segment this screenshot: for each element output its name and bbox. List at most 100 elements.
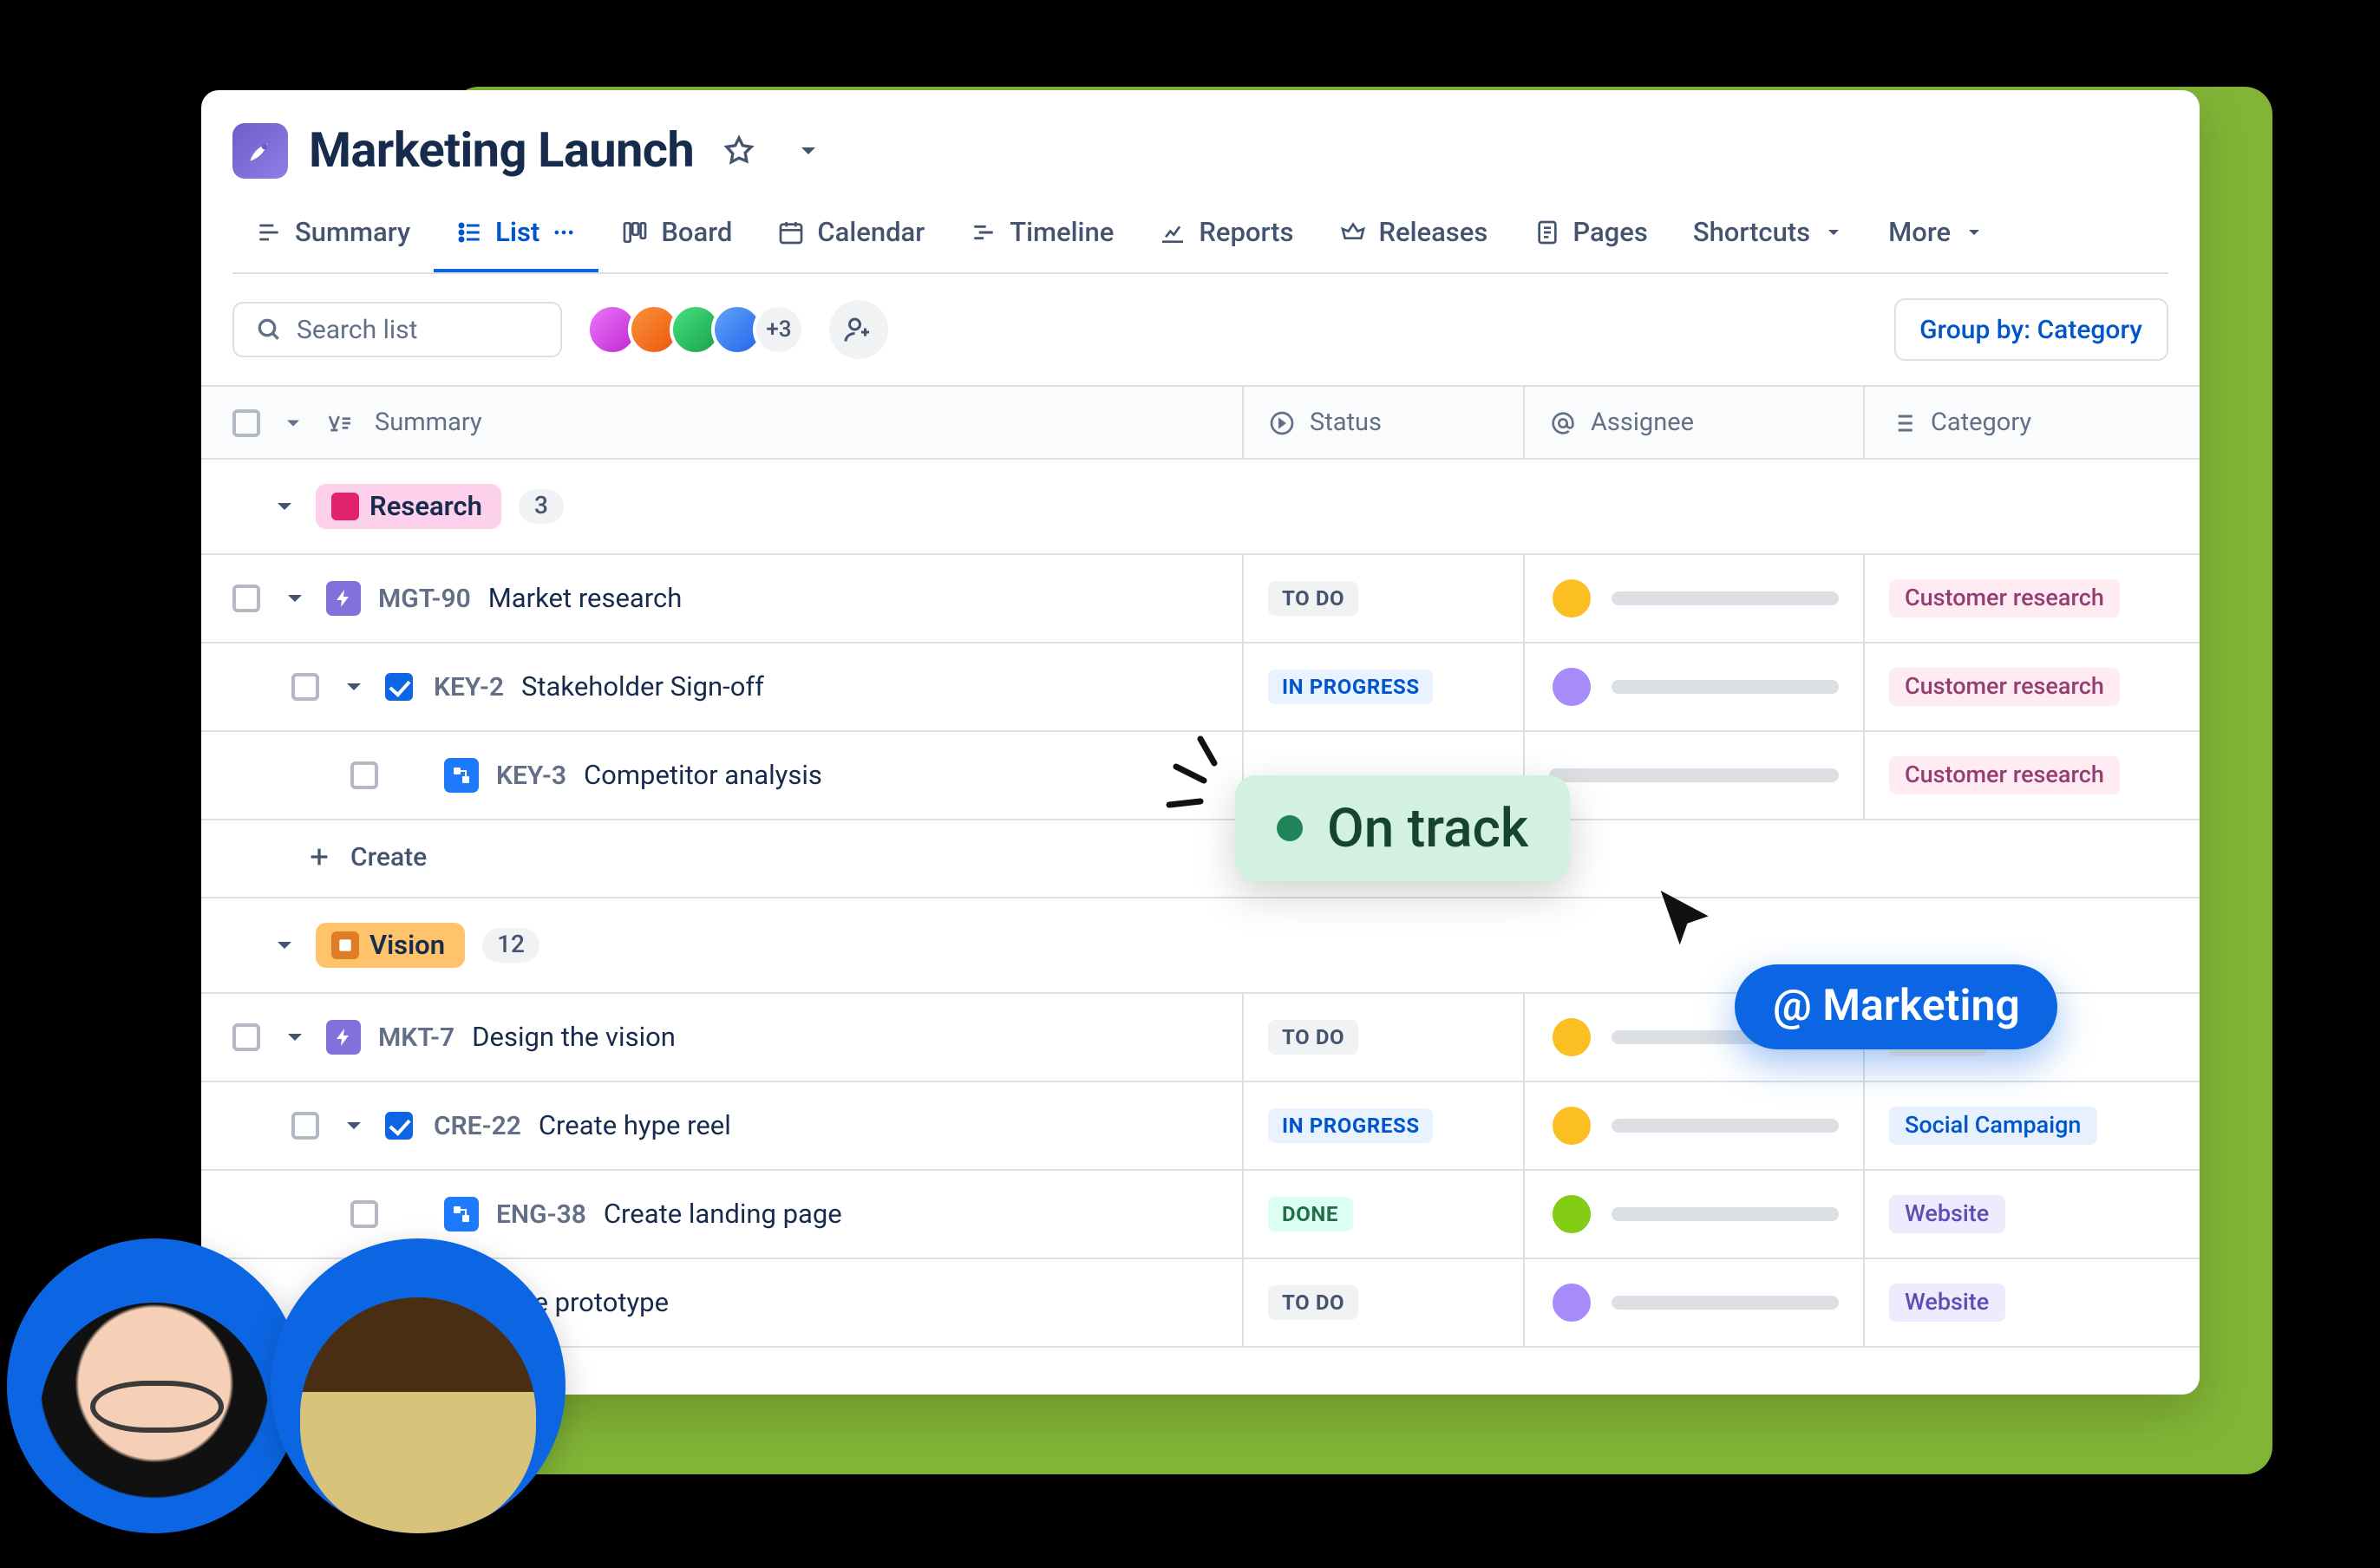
status-badge[interactable]: TO DO <box>1268 1020 1358 1055</box>
assignee-name-placeholder <box>1612 591 1839 605</box>
table-row[interactable]: KEY-3 Competitor analysis Customer researc… <box>201 730 2200 819</box>
chevron-down-icon <box>1822 222 1843 243</box>
tab-board[interactable]: Board <box>598 203 755 272</box>
chevron-icon[interactable] <box>281 585 309 612</box>
chevron-icon[interactable] <box>281 1023 309 1051</box>
chevron-icon[interactable] <box>340 1112 368 1140</box>
plus-icon <box>305 843 333 871</box>
select-all-checkbox[interactable] <box>232 408 260 436</box>
avatar-overflow-count[interactable]: +3 <box>753 304 805 356</box>
category-badge[interactable]: Website <box>1889 1195 2004 1233</box>
category-badge[interactable]: Customer research <box>1889 668 2120 706</box>
column-assignee[interactable]: Assignee <box>1591 408 1694 437</box>
issue-key[interactable]: ENG-38 <box>496 1199 586 1230</box>
column-category[interactable]: Category <box>1931 408 2031 437</box>
assignee-avatar[interactable] <box>1549 664 1594 709</box>
persona-avatars <box>7 1238 566 1533</box>
issue-key[interactable]: KEY-3 <box>496 760 566 791</box>
issue-summary[interactable]: Design the vision <box>472 1022 676 1053</box>
row-checkbox[interactable] <box>291 673 319 701</box>
assignee-name-placeholder <box>1549 768 1839 782</box>
issue-key[interactable]: MGT-90 <box>378 583 471 614</box>
tab-more[interactable]: More <box>1866 203 2006 272</box>
add-people-button[interactable] <box>829 300 888 359</box>
row-checkbox[interactable] <box>350 761 378 789</box>
status-badge[interactable]: TO DO <box>1268 1285 1358 1320</box>
category-badge[interactable]: Customer research <box>1889 579 2120 617</box>
tab-reports[interactable]: Reports <box>1136 203 1316 272</box>
tab-timeline[interactable]: Timeline <box>947 203 1136 272</box>
project-window: Marketing Launch SummaryList BoardCalend… <box>201 90 2200 1395</box>
column-header-row: Summary Status Assignee Category <box>201 387 2200 460</box>
assignee-avatar[interactable] <box>1549 576 1594 621</box>
assignee-name-placeholder <box>1612 1207 1839 1221</box>
more-icon[interactable] <box>552 220 576 245</box>
status-badge[interactable]: IN PROGRESS <box>1268 670 1434 704</box>
persona-avatar <box>271 1238 566 1533</box>
text-icon <box>326 408 354 436</box>
tab-summary[interactable]: Summary <box>232 203 433 272</box>
category-badge[interactable]: Social Campaign <box>1889 1107 2096 1145</box>
create-button[interactable]: Create <box>201 819 2200 897</box>
tab-calendar[interactable]: Calendar <box>755 203 947 272</box>
issue-summary[interactable]: Competitor analysis <box>584 760 822 791</box>
add-person-icon <box>843 314 874 345</box>
star-button[interactable] <box>715 126 763 174</box>
row-checkbox[interactable] <box>232 585 260 612</box>
issue-key[interactable]: KEY-2 <box>434 671 504 702</box>
group-research: Research3 MGT-90 Market research TO DO Custo… <box>201 460 2200 898</box>
assignee-avatar[interactable] <box>1549 1192 1594 1237</box>
tab-pages[interactable]: Pages <box>1510 203 1670 272</box>
chevron-icon[interactable] <box>271 493 298 520</box>
assignee-name-placeholder <box>1612 1296 1839 1310</box>
status-badge[interactable]: DONE <box>1268 1197 1352 1232</box>
status-icon <box>1268 408 1296 436</box>
group-by-selector[interactable]: Group by: Category <box>1893 298 2168 361</box>
chevron-down-icon <box>794 136 822 164</box>
done-checkbox[interactable] <box>385 673 413 701</box>
table-row[interactable]: CRE-22 Create hype reel IN PROGRESS Social … <box>201 1081 2200 1169</box>
assignee-avatar[interactable] <box>1549 1280 1594 1325</box>
persona-avatar <box>7 1238 302 1533</box>
issue-summary[interactable]: Market research <box>488 583 683 614</box>
issue-key[interactable]: MKT-7 <box>378 1022 454 1053</box>
table-row[interactable]: KEY-2 Stakeholder Sign-off IN PROGRESS Cust… <box>201 642 2200 730</box>
cursor-icon <box>1648 881 1724 957</box>
chevron-down-icon[interactable] <box>281 410 305 434</box>
chevron-icon[interactable] <box>271 931 298 959</box>
search-icon <box>255 316 283 343</box>
search-placeholder: Search list <box>297 314 418 345</box>
column-status[interactable]: Status <box>1310 408 1382 437</box>
issue-summary[interactable]: Create hype reel <box>539 1110 731 1141</box>
row-checkbox[interactable] <box>350 1200 378 1228</box>
avatar-stack[interactable]: +3 <box>586 304 805 356</box>
column-summary[interactable]: Summary <box>375 408 482 437</box>
done-checkbox[interactable] <box>385 1112 413 1140</box>
rocket-icon <box>243 133 278 167</box>
tab-shortcuts[interactable]: Shortcuts <box>1671 203 1866 272</box>
tab-releases[interactable]: Releases <box>1316 203 1510 272</box>
assignee-avatar[interactable] <box>1549 1015 1594 1060</box>
group-header[interactable]: Research3 <box>201 460 2200 553</box>
row-checkbox[interactable] <box>232 1023 260 1051</box>
project-menu-button[interactable] <box>784 126 833 174</box>
assignee-avatar[interactable] <box>1549 1103 1594 1148</box>
assignee-name-placeholder <box>1612 680 1839 694</box>
row-checkbox[interactable] <box>291 1112 319 1140</box>
star-icon <box>722 133 756 167</box>
issue-summary[interactable]: Create landing page <box>604 1199 842 1230</box>
category-badge[interactable]: Website <box>1889 1284 2004 1322</box>
marketing-mention-pill: @ Marketing <box>1735 964 2058 1049</box>
status-badge[interactable]: IN PROGRESS <box>1268 1108 1434 1143</box>
list-icon <box>1889 408 1917 436</box>
on-track-tooltip: On track <box>1235 775 1570 881</box>
project-icon <box>232 122 288 178</box>
status-badge[interactable]: TO DO <box>1268 581 1358 616</box>
tab-list[interactable]: List <box>433 203 598 272</box>
search-input[interactable]: Search list <box>232 302 562 357</box>
issue-key[interactable]: CRE-22 <box>434 1110 521 1141</box>
chevron-icon[interactable] <box>340 673 368 701</box>
issue-summary[interactable]: Stakeholder Sign-off <box>521 671 764 702</box>
category-badge[interactable]: Customer research <box>1889 756 2120 794</box>
table-row[interactable]: MGT-90 Market research TO DO Customer resea… <box>201 553 2200 642</box>
